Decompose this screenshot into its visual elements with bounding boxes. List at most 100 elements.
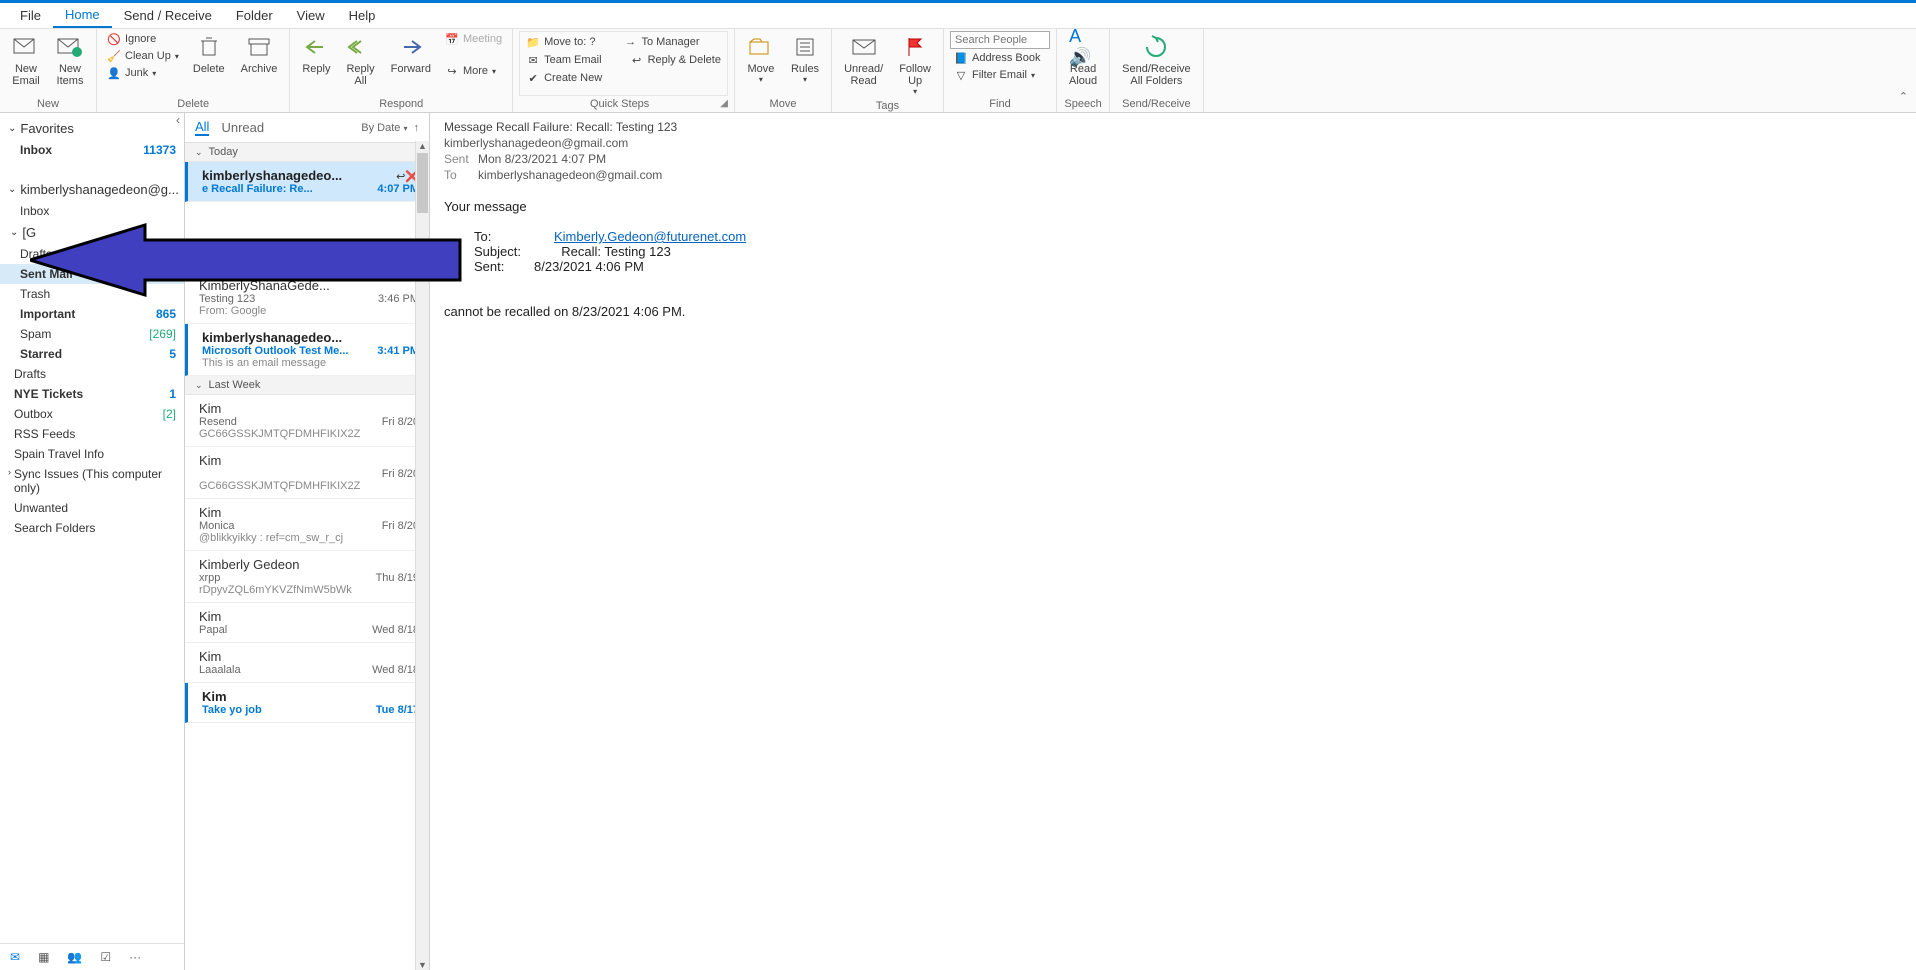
followup-button[interactable]: Follow Up▾ — [893, 31, 937, 98]
menu-help[interactable]: Help — [337, 4, 388, 27]
cleanup-button[interactable]: 🧹Clean Up▾ — [103, 48, 183, 64]
menu-file[interactable]: File — [8, 4, 53, 27]
dialog-launcher-icon[interactable]: ◢ — [720, 98, 728, 110]
folder-rss[interactable]: RSS Feeds — [0, 424, 184, 444]
junk-button[interactable]: 👤Junk▾ — [103, 65, 183, 81]
filter-email-button[interactable]: ▽Filter Email▾ — [950, 67, 1050, 83]
folder-nye[interactable]: NYE Tickets1 — [0, 384, 184, 404]
rules-button[interactable]: Rules▾ — [785, 31, 825, 86]
message-item[interactable]: Kim LaaalalaWed 8/18 — [185, 643, 429, 683]
reading-from: kimberlyshanagedeon@gmail.com — [444, 135, 1902, 151]
account-header[interactable]: ⌄kimberlyshanagedeon@g... — [0, 178, 184, 201]
create-new-button[interactable]: ✔Create New — [522, 70, 606, 86]
reply-delete-button[interactable]: ↩Reply & Delete — [626, 52, 725, 68]
tasks-nav-icon[interactable]: ☑ — [100, 950, 111, 964]
group-today[interactable]: ⌄Today — [185, 143, 429, 162]
more-button[interactable]: ↪More▾ — [441, 63, 506, 79]
junk-icon: 👤 — [107, 66, 121, 80]
message-item[interactable]: Kim ResendFri 8/20 GC66GSSKJMTQFDMHFIKIX… — [185, 395, 429, 447]
message-item[interactable]: Kim MonicaFri 8/20 @blikkyikky : ref=cm_… — [185, 499, 429, 551]
scroll-up-icon[interactable]: ▲ — [416, 141, 429, 151]
menu-send-receive[interactable]: Send / Receive — [112, 4, 224, 27]
search-people-input[interactable] — [950, 31, 1050, 49]
message-list-pane: All Unread By Date ▾ ↑ ⌄Today kimberlysh… — [185, 113, 430, 970]
reply-all-button[interactable]: Reply All — [340, 31, 380, 89]
folder-inbox[interactable]: Inbox — [0, 201, 184, 221]
menu-folder[interactable]: Folder — [224, 4, 285, 27]
folder-spain[interactable]: Spain Travel Info — [0, 444, 184, 464]
folder-unwanted[interactable]: Unwanted — [0, 498, 184, 518]
check-icon: ✔ — [526, 71, 540, 85]
sync-icon — [1142, 33, 1170, 61]
ribbon-group-sendreceive: Send/Receive — [1116, 96, 1197, 112]
scroll-down-icon[interactable]: ▼ — [416, 960, 429, 970]
moveto-button[interactable]: 📁Move to: ? — [522, 34, 599, 50]
new-email-button[interactable]: New Email — [6, 31, 46, 89]
ribbon-group-tags: Tags — [838, 98, 937, 114]
menu-home[interactable]: Home — [53, 3, 112, 28]
ribbon-group-new: New — [6, 96, 90, 112]
gmail-header[interactable]: ⌄[G — [0, 221, 184, 244]
address-book-button[interactable]: 📘Address Book — [950, 50, 1050, 66]
menu-view[interactable]: View — [285, 4, 337, 27]
reply-button[interactable]: Reply — [296, 31, 336, 77]
folder-sync[interactable]: ›Sync Issues (This computer only) — [0, 464, 184, 498]
team-email-button[interactable]: ✉Team Email — [522, 52, 605, 68]
body-subject: Recall: Testing 123 — [561, 244, 671, 259]
chevron-down-icon: ▾ — [913, 87, 917, 96]
folder-pane: ‹ ⌄Favorites Inbox11373 ⌄kimberlyshanage… — [0, 113, 185, 970]
filter-icon: ▽ — [954, 68, 968, 82]
folder-spam[interactable]: Spam[269] — [0, 324, 184, 344]
meeting-button[interactable]: 📅Meeting — [441, 31, 506, 47]
group-last-week[interactable]: ⌄Last Week — [185, 376, 429, 395]
folder-starred[interactable]: Starred5 — [0, 344, 184, 364]
sort-by-date[interactable]: By Date ▾ — [361, 122, 407, 134]
message-item[interactable]: Kim PapalWed 8/18 — [185, 603, 429, 643]
message-list-scrollbar[interactable]: ▲ ▼ — [415, 141, 429, 970]
folder-search[interactable]: Search Folders — [0, 518, 184, 538]
mail-icon — [12, 33, 40, 61]
folder-inbox-fav[interactable]: Inbox11373 — [0, 140, 184, 160]
folder-important[interactable]: Important865 — [0, 304, 184, 324]
to-manager-button[interactable]: →To Manager — [619, 34, 703, 50]
more-nav-icon[interactable]: ··· — [129, 950, 141, 964]
scrollbar-thumb[interactable] — [417, 153, 428, 213]
mail-nav-icon[interactable]: ✉ — [10, 950, 20, 964]
delete-button[interactable]: Delete — [187, 31, 231, 77]
folder-outbox[interactable]: Outbox[2] — [0, 404, 184, 424]
message-item[interactable]: Kim Take yo jobTue 8/17 — [185, 683, 429, 723]
folder-sent-mail[interactable]: Sent Mail82 — [0, 264, 184, 284]
filter-all[interactable]: All — [195, 119, 209, 136]
send-receive-all-button[interactable]: Send/Receive All Folders — [1116, 31, 1197, 89]
archive-button[interactable]: Archive — [235, 31, 284, 77]
calendar-nav-icon[interactable]: ▦ — [38, 950, 49, 964]
filter-unread[interactable]: Unread — [221, 120, 264, 135]
unread-read-button[interactable]: Unread/ Read — [838, 31, 889, 89]
reading-to: Tokimberlyshanagedeon@gmail.com — [444, 167, 1902, 183]
body-to-link[interactable]: Kimberly.Gedeon@futurenet.com — [554, 229, 746, 244]
chevron-down-icon: ▾ — [759, 75, 763, 84]
ribbon-collapse-icon[interactable]: ⌃ — [1899, 90, 1908, 103]
people-nav-icon[interactable]: 👥 — [67, 950, 82, 964]
message-item[interactable]: kimberlyshanagedeo...↩❌ e Recall Failure… — [185, 162, 429, 202]
message-item[interactable]: kimberlyshanagedeo... Microsoft Outlook … — [185, 324, 429, 376]
favorites-header[interactable]: ⌄Favorites — [0, 117, 184, 140]
sort-direction-icon[interactable]: ↑ — [414, 122, 420, 134]
folder-trash[interactable]: Trash — [0, 284, 184, 304]
mail-plus-icon — [56, 33, 84, 61]
move-button[interactable]: Move▾ — [741, 31, 781, 86]
ribbon: New Email New Items New 🚫Ignore 🧹Clean U… — [0, 29, 1916, 113]
message-item[interactable]: Kimberly Gedeon xrppThu 8/19 rDpyvZQL6mY… — [185, 551, 429, 603]
ignore-button[interactable]: 🚫Ignore — [103, 31, 183, 47]
message-item[interactable]: Kim Fri 8/20 GC66GSSKJMTQFDMHFIKIX2Z — [185, 447, 429, 499]
read-aloud-button[interactable]: A🔊Read Aloud — [1063, 31, 1103, 89]
reading-pane: Message Recall Failure: Recall: Testing … — [430, 113, 1916, 970]
collapse-folder-pane-icon[interactable]: ‹ — [176, 113, 180, 127]
folder-drafts[interactable]: Drafts — [0, 244, 184, 264]
forward-button[interactable]: Forward — [385, 31, 437, 77]
speaker-icon: A🔊 — [1069, 33, 1097, 61]
reading-sent: SentMon 8/23/2021 4:07 PM — [444, 151, 1902, 167]
message-item[interactable]: KimberlyShanaGede... Testing 1233:46 PM … — [185, 272, 429, 324]
new-items-button[interactable]: New Items — [50, 31, 90, 89]
folder-drafts2[interactable]: Drafts — [0, 364, 184, 384]
